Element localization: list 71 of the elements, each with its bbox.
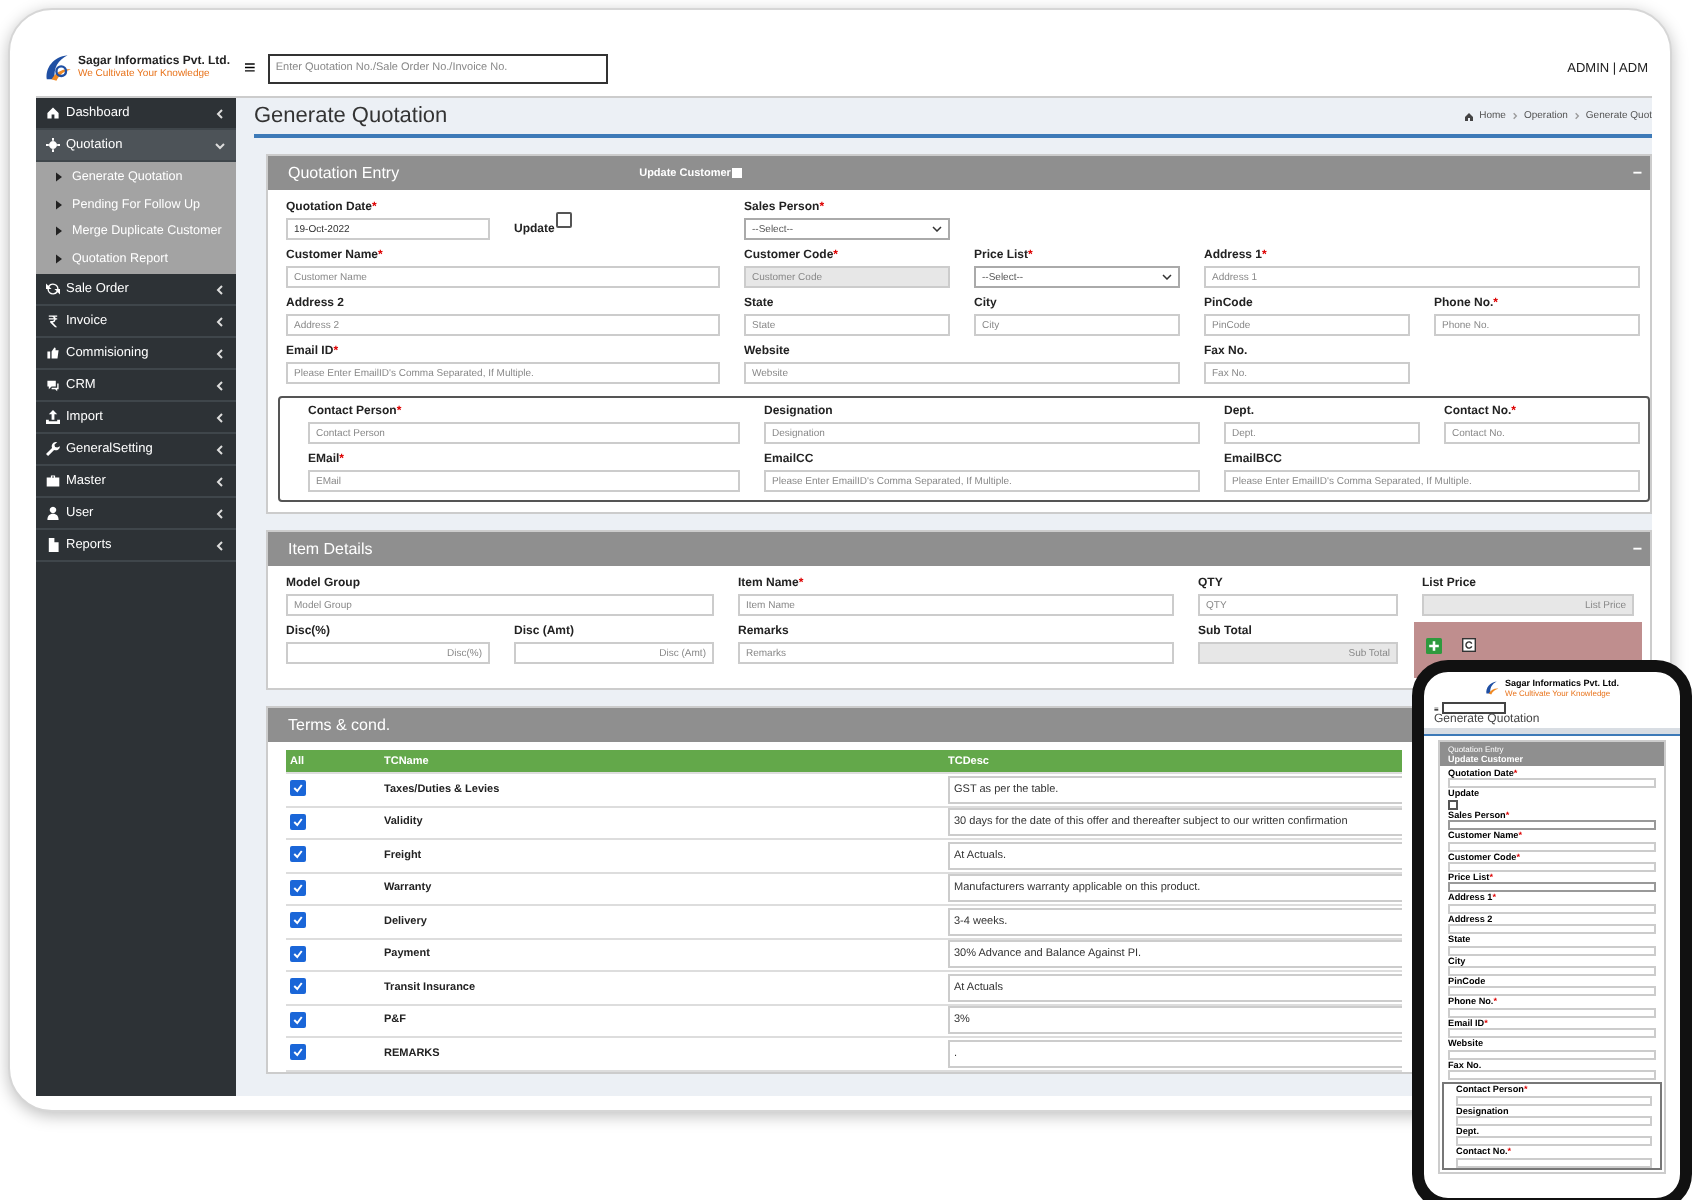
chevron-icon [214,443,226,455]
logo-icon [1484,680,1501,696]
input-field[interactable] [1448,1028,1656,1039]
input-field[interactable] [1456,1095,1652,1105]
chevron-icon [214,347,226,359]
chevron-icon [214,539,226,551]
input-field[interactable] [1448,986,1656,997]
input-field[interactable] [1448,841,1656,852]
checkbox[interactable] [290,846,306,863]
input-field[interactable] [1448,945,1656,956]
chevron-icon [214,507,226,519]
page-title: Generate Quotation [254,104,448,128]
input-field[interactable] [1448,966,1656,977]
triangle-icon [56,199,62,210]
input-field[interactable] [1448,1049,1656,1060]
person-icon [46,506,60,520]
input-field[interactable] [1448,862,1656,873]
panel-title: Item Details [288,540,373,558]
home-icon [46,106,60,120]
search-field[interactable] [1442,702,1507,714]
gear-icon [46,138,60,152]
triangle-icon [56,172,62,183]
thumbs-up-icon [46,346,60,360]
add-button[interactable] [1426,638,1442,654]
input-field[interactable] [1456,1136,1652,1147]
input-field[interactable] [1456,1157,1652,1168]
checkbox[interactable] [556,212,573,228]
sync-icon [46,282,60,296]
checkbox[interactable] [290,813,306,830]
chevron-icon [214,139,226,151]
menu-button[interactable]: ≡ [244,57,256,79]
refresh-icon[interactable] [1462,638,1476,652]
input-field[interactable] [1448,882,1656,893]
input-field[interactable] [1448,778,1656,789]
checkbox[interactable] [290,912,306,929]
input-field[interactable] [1448,924,1656,935]
panel-title: Terms & cond. [288,716,391,734]
caret-icon [932,226,942,232]
input-field[interactable] [1448,1007,1656,1018]
chevron-icon [214,411,226,423]
chevron-icon [1511,112,1518,120]
checkbox[interactable] [290,879,306,896]
checkbox[interactable] [290,1044,306,1061]
checkbox[interactable] [290,978,306,995]
checkbox[interactable] [290,780,306,797]
checkbox[interactable] [290,1011,306,1028]
currency-icon [46,314,60,328]
briefcase-icon [46,474,60,488]
chevron-icon [1573,112,1580,120]
chevron-icon [214,107,226,119]
document-icon [46,538,60,552]
chevron-icon [214,315,226,327]
input-field[interactable] [1448,903,1656,914]
chevron-icon [214,475,226,487]
input-field[interactable] [1456,1115,1652,1126]
input-field[interactable] [1448,820,1656,831]
triangle-icon [56,253,62,264]
panel-title: Quotation Entry [288,164,400,182]
upload-icon [46,410,60,424]
home-icon [1463,111,1474,121]
caret-icon [1162,274,1172,280]
checkbox[interactable] [290,945,306,962]
input-field[interactable] [1448,1070,1656,1081]
triangle-icon [56,226,62,237]
logo-icon [42,52,74,84]
checkbox[interactable] [732,168,743,178]
checkbox[interactable] [1448,799,1458,810]
wrench-icon [46,442,60,456]
chevron-icon [214,379,226,391]
chevron-icon [214,283,226,295]
chat-icon [46,378,60,392]
